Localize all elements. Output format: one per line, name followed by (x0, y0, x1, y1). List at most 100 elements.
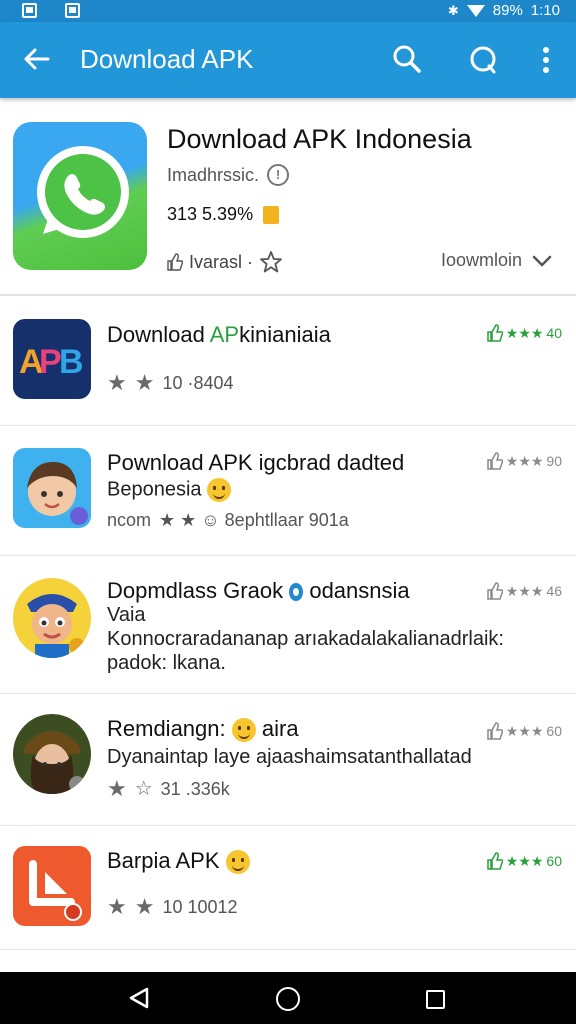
smile-emoji-icon (231, 718, 256, 743)
star-icon: ★ (107, 370, 127, 395)
character-app-icon (13, 578, 91, 658)
score-value: 90 (546, 453, 562, 469)
rating-row: ★ ★ 10 ·8404 (107, 372, 234, 394)
rating-text: 31 .336k (160, 778, 230, 799)
app-subtitle: Beponesia (107, 478, 232, 502)
gallery-notification-icon (65, 3, 80, 18)
featured-app-card[interactable]: Download APK Indonesia Imadhrssic. ! 313… (0, 98, 576, 296)
back-arrow-icon[interactable] (20, 42, 54, 76)
rating-row: ncom ★ ★ ☺ 8ephtllaar 901a (107, 510, 349, 531)
stars-icon: ★★★ (505, 582, 544, 599)
status-bar: ✱ 89% 1:10 (0, 0, 576, 22)
app-title: Download APK (80, 44, 254, 74)
thumbs-up-icon (487, 452, 503, 470)
svg-text:B: B (59, 343, 84, 381)
featured-app-title: Download APK Indonesia (167, 124, 472, 154)
download-dropdown[interactable]: Ioowmloin (441, 250, 552, 271)
score-badge: ★★★ 60 (487, 852, 562, 870)
rating-row: ★ ☆ 31 .336k (107, 778, 230, 800)
app-name: Pownload APK igcbrad dadted (107, 450, 405, 475)
score-badge: ★★★ 46 (487, 582, 562, 600)
stars-icon: ★★★ (505, 722, 544, 739)
score-value: 40 (546, 325, 562, 341)
avatar-app-icon (13, 448, 91, 528)
quick-search-icon[interactable] (466, 42, 502, 78)
stars-icon: ★★★ (505, 324, 544, 341)
system-nav-bar (0, 972, 576, 1024)
score-badge: ★★★ 60 (487, 722, 562, 740)
app-description: Konnocraradananap arıakadalakalianadrlai… (107, 628, 504, 650)
clock: 1:10 (530, 2, 560, 19)
list-item[interactable]: Barpia APK ★ ★ 10 10012 ★★★ 60 (0, 826, 576, 950)
rating-text: ★ ★ ☺ 8ephtllaar 901a (159, 510, 349, 530)
stars-icon: ★★★ (505, 852, 544, 869)
apb-app-icon: A P B (13, 319, 91, 399)
app-description: Dyanaintap laye ajaashaimsatanthallatad (107, 746, 472, 768)
developer-name: Imadhrssic. (167, 164, 260, 185)
star-icon: ★ (107, 776, 127, 801)
app-name: Dopmdlass Graok odansnsia (107, 578, 410, 604)
star-outline-icon: ☆ (134, 778, 153, 800)
list-item[interactable]: Dopmdlass Graok odansnsia Vaia Konnocrar… (0, 556, 576, 694)
app-name-suffix: odansnsia (309, 578, 410, 603)
battery-level: 89% (492, 2, 523, 19)
whatsapp-app-icon (13, 122, 147, 270)
thumbs-up-icon (167, 253, 183, 271)
download-label: Ioowmloin (441, 250, 523, 270)
thumbs-up-icon (487, 722, 503, 740)
thumbs-up-icon (487, 324, 503, 342)
score-value: 60 (546, 853, 562, 869)
app-name-part: Download (107, 322, 210, 347)
thumbs-up-icon (487, 852, 503, 870)
app-name-text: Remdiangn: (107, 716, 226, 741)
barpia-app-icon (13, 846, 91, 926)
score-value: 60 (546, 723, 562, 739)
meta-text: Ivarasl · (189, 251, 254, 272)
star-icon: ★ (134, 894, 155, 919)
app-subtitle: Vaia (107, 604, 146, 626)
rating-text: 10 ·8404 (162, 372, 234, 393)
wink-emoji-icon (207, 478, 232, 502)
app-description-cont: padok: lkana. (107, 652, 226, 674)
search-icon[interactable] (390, 42, 424, 76)
app-name-highlight: AP (209, 322, 240, 347)
app-name: Download APkinianiaia (107, 322, 331, 348)
star-icon: ★ (107, 894, 127, 919)
nav-home-icon[interactable] (276, 987, 300, 1011)
nav-recents-icon[interactable] (426, 990, 445, 1009)
bluetooth-icon: ✱ (447, 2, 459, 18)
app-bar: Download APK (0, 22, 576, 98)
list-item[interactable]: Remdiangn: aira Dyanaintap laye ajaashai… (0, 694, 576, 826)
star-outline-icon[interactable] (259, 250, 283, 274)
drop-icon (289, 583, 304, 602)
nav-back-icon[interactable] (127, 986, 151, 1010)
app-subtitle-text: Beponesia (107, 478, 202, 501)
featured-meta: Ivarasl · (167, 250, 283, 274)
app-name-part: kinianiaia (239, 322, 331, 347)
rating-prefix: ncom (107, 510, 152, 530)
rating-text: 10 10012 (162, 896, 238, 917)
stars-icon: ★★★ (505, 452, 544, 469)
rating-row: ★ ★ 10 10012 (107, 896, 238, 918)
info-icon[interactable]: ! (267, 164, 290, 186)
app-name-text: Dopmdlass Graok (107, 578, 284, 603)
score-value: 46 (546, 583, 562, 599)
app-name-text: Barpia APK (107, 848, 220, 873)
app-name: Barpia APK (107, 848, 250, 875)
list-item[interactable]: Pownload APK igcbrad dadted Beponesia nc… (0, 426, 576, 556)
badge-icon (263, 205, 280, 224)
app-name-suffix: aira (261, 716, 299, 741)
more-options-icon[interactable] (534, 44, 558, 76)
score-badge: ★★★ 90 (487, 452, 562, 470)
featured-size: 313 5.39% (167, 204, 280, 225)
list-item[interactable]: A P B Download APkinianiaia ★ ★ 10 ·8404… (0, 298, 576, 426)
star-icon: ★ (134, 370, 155, 395)
thumbs-up-icon (487, 582, 503, 600)
size-text: 313 5.39% (167, 204, 254, 224)
notification-icon (22, 3, 37, 18)
chevron-down-icon (532, 255, 552, 267)
app-name: Remdiangn: aira (107, 716, 299, 743)
wifi-icon (466, 4, 485, 17)
smile-emoji-icon (225, 850, 250, 875)
featured-developer: Imadhrssic. ! (167, 164, 290, 186)
